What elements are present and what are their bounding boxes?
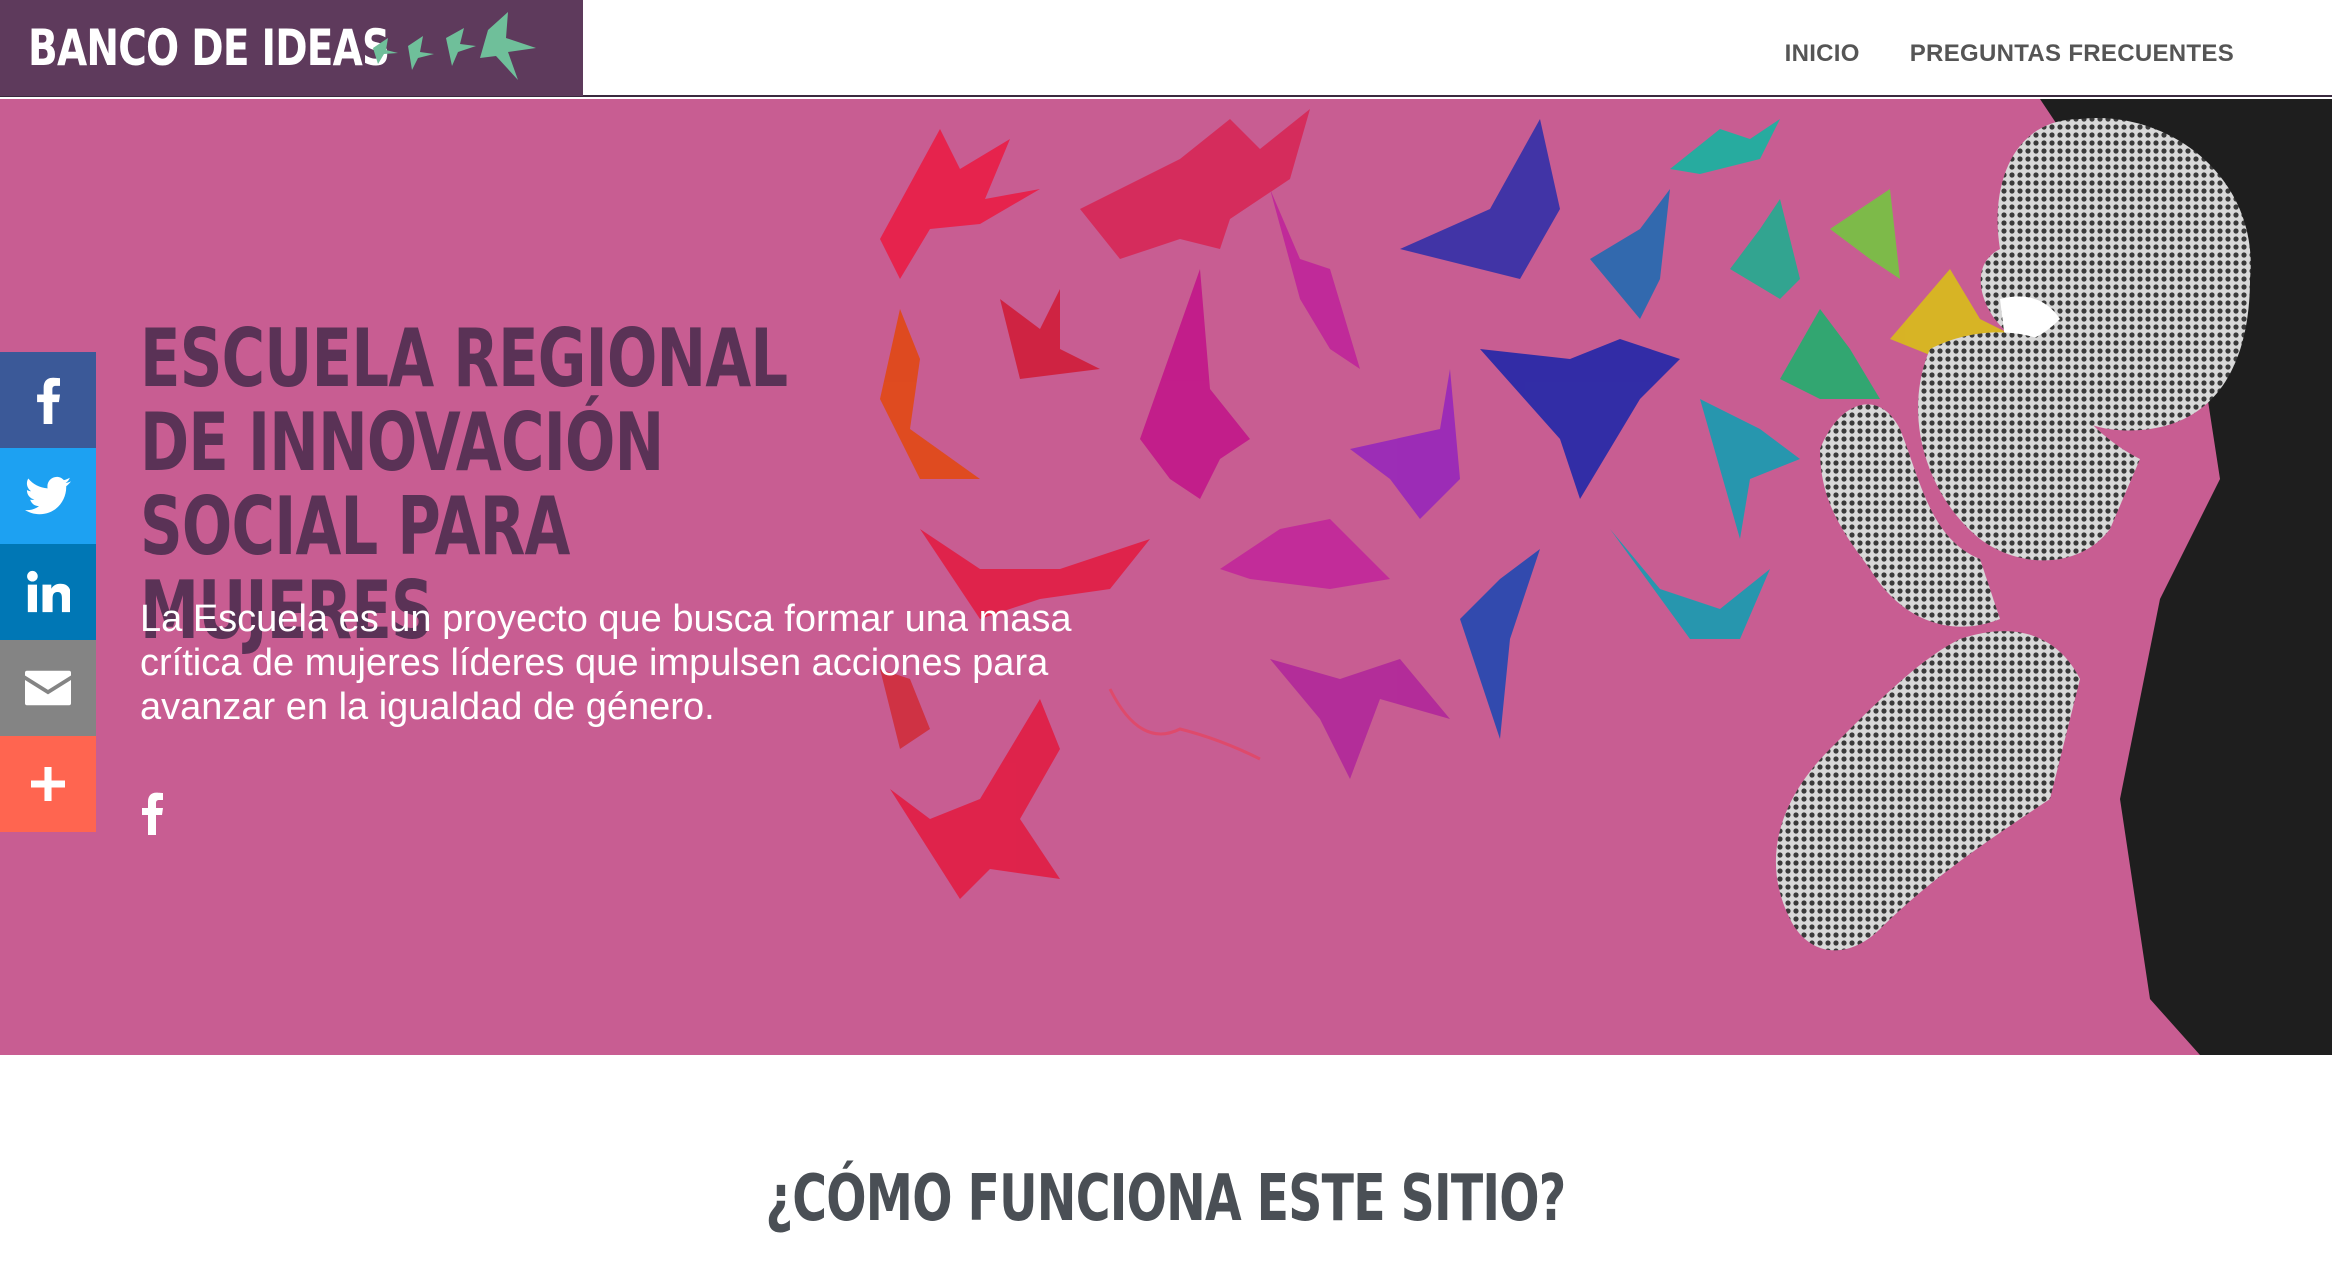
share-facebook-button[interactable] [0,352,96,448]
section-title-text: ¿CÓMO FUNCIONA ESTE SITIO? [766,1162,1567,1236]
hero-banner: ESCUELA REGIONAL DE INNOVACIÓN SOCIAL PA… [0,99,2332,1055]
facebook-icon[interactable] [140,791,164,835]
twitter-icon [25,476,71,515]
share-bar [0,352,96,832]
site-logo[interactable]: BANCO DE IDEAS [0,0,583,96]
nav-preguntas-frecuentes[interactable]: PREGUNTAS FRECUENTES [1910,40,2234,68]
logo-text: BANCO DE IDEAS [28,19,390,77]
nav-inicio[interactable]: INICIO [1785,40,1860,68]
share-more-button[interactable] [0,736,96,832]
section-title: ¿CÓMO FUNCIONA ESTE SITIO? [0,1162,2332,1236]
share-email-button[interactable] [0,640,96,736]
linkedin-icon [27,570,70,613]
email-icon [25,670,71,706]
site-header: BANCO DE IDEAS INICIO PREGUNTAS FRECUENT… [0,0,2332,97]
share-linkedin-button[interactable] [0,544,96,640]
plus-icon [31,767,65,801]
hero-description: La Escuela es un proyecto que busca form… [140,598,1072,728]
share-twitter-button[interactable] [0,448,96,544]
main-nav: INICIO PREGUNTAS FRECUENTES [1785,40,2234,68]
logo-birds-icon [373,12,536,80]
facebook-icon [37,377,60,424]
